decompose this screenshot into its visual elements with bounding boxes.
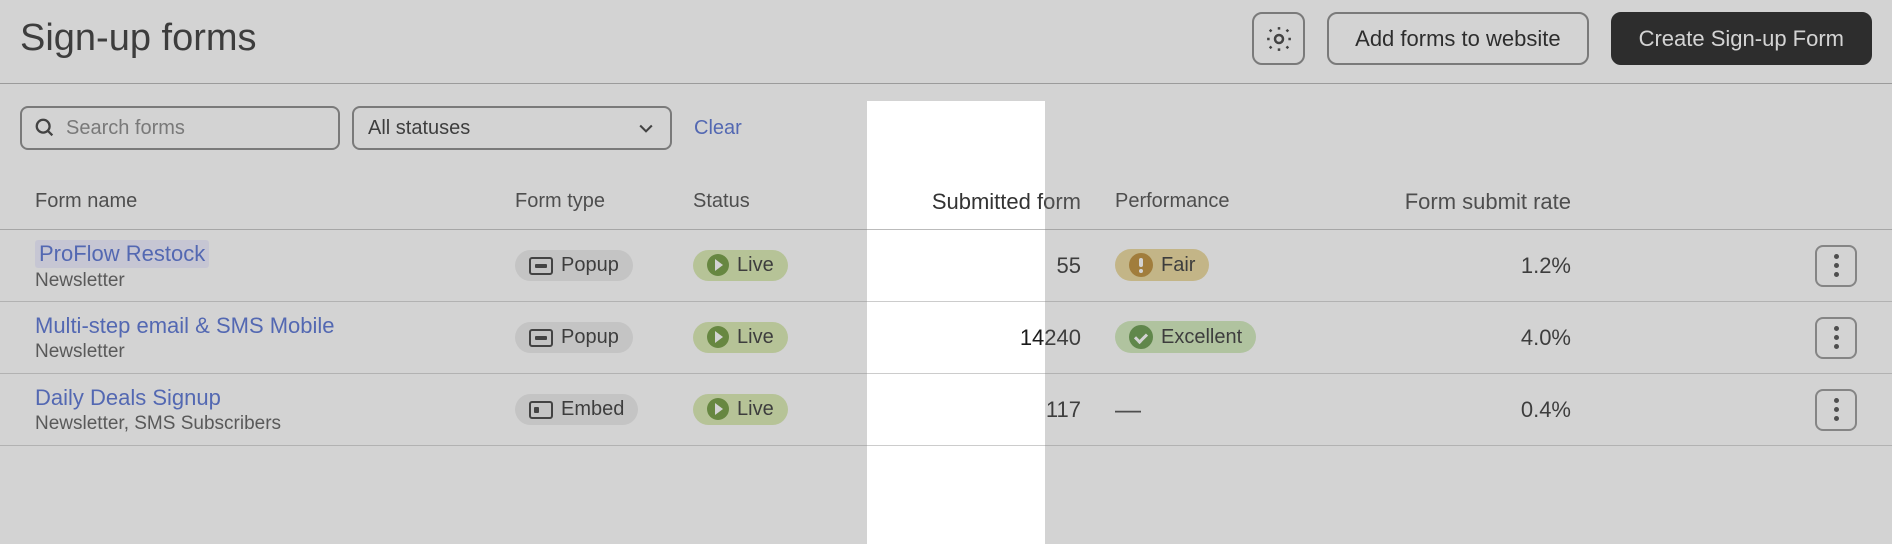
table-row: Multi-step email & SMS MobileNewsletter P…	[0, 302, 1892, 374]
actions-cell	[1601, 245, 1857, 287]
submitted-count: 14240	[903, 325, 1081, 351]
play-icon	[707, 326, 729, 348]
row-actions-button[interactable]	[1815, 317, 1857, 359]
status-cell: Live	[693, 250, 903, 282]
performance-label: Excellent	[1161, 326, 1242, 349]
form-type-label: Popup	[561, 326, 619, 349]
gear-icon	[1264, 24, 1294, 54]
play-icon	[707, 398, 729, 420]
filter-bar: All statuses Clear	[0, 83, 1892, 150]
col-header-type: Form type	[515, 190, 693, 213]
form-name-cell: Multi-step email & SMS MobileNewsletter	[35, 313, 515, 363]
status-cell: Live	[693, 322, 903, 354]
form-subtitle: Newsletter	[35, 341, 515, 363]
performance-empty: —	[1115, 394, 1141, 424]
clear-filters-link[interactable]: Clear	[694, 117, 742, 140]
col-header-rate: Form submit rate	[1341, 189, 1601, 215]
performance-cell: —	[1081, 394, 1341, 425]
performance-cell: Fair	[1081, 249, 1341, 282]
status-chip: Live	[693, 250, 788, 281]
play-icon	[707, 254, 729, 276]
status-filter-value: All statuses	[368, 117, 470, 140]
col-header-status: Status	[693, 190, 903, 213]
form-subtitle: Newsletter	[35, 270, 515, 292]
settings-button[interactable]	[1252, 12, 1305, 65]
kebab-icon	[1834, 326, 1839, 331]
form-type-cell: Embed	[515, 394, 693, 425]
submit-rate: 1.2%	[1341, 253, 1601, 279]
submitted-count: 55	[903, 253, 1081, 279]
create-signup-form-button[interactable]: Create Sign-up Form	[1611, 12, 1872, 65]
status-label: Live	[737, 326, 774, 349]
status-label: Live	[737, 254, 774, 277]
embed-icon	[529, 401, 553, 419]
page-title: Sign-up forms	[20, 17, 1252, 60]
table-row: ProFlow RestockNewsletter Popup Live 55 Fair…	[0, 230, 1892, 302]
forms-table: Form name Form type Status Submitted for…	[0, 174, 1892, 446]
form-type-cell: Popup	[515, 250, 693, 281]
actions-cell	[1601, 389, 1857, 431]
kebab-icon	[1834, 398, 1839, 403]
table-header-row: Form name Form type Status Submitted for…	[0, 174, 1892, 230]
status-filter-select[interactable]: All statuses	[352, 106, 672, 150]
col-header-performance: Performance	[1081, 190, 1341, 213]
search-input-wrap[interactable]	[20, 106, 340, 150]
form-type-cell: Popup	[515, 322, 693, 353]
performance-chip: Fair	[1115, 249, 1209, 281]
search-input[interactable]	[66, 117, 326, 140]
form-name-cell: Daily Deals SignupNewsletter, SMS Subscr…	[35, 385, 515, 435]
table-row: Daily Deals SignupNewsletter, SMS Subscr…	[0, 374, 1892, 446]
add-forms-to-website-button[interactable]: Add forms to website	[1327, 12, 1588, 65]
check-icon	[1129, 325, 1153, 349]
actions-cell	[1601, 317, 1857, 359]
form-type-chip: Embed	[515, 394, 638, 425]
performance-cell: Excellent	[1081, 321, 1341, 354]
popup-icon	[529, 257, 553, 275]
performance-chip: Excellent	[1115, 321, 1256, 353]
chevron-down-icon	[636, 118, 656, 138]
form-type-label: Popup	[561, 254, 619, 277]
submit-rate: 4.0%	[1341, 325, 1601, 351]
kebab-icon	[1834, 254, 1839, 259]
create-form-label: Create Sign-up Form	[1639, 26, 1844, 52]
row-actions-button[interactable]	[1815, 389, 1857, 431]
row-actions-button[interactable]	[1815, 245, 1857, 287]
submitted-count: 117	[903, 397, 1081, 423]
form-type-chip: Popup	[515, 322, 633, 353]
form-type-chip: Popup	[515, 250, 633, 281]
performance-label: Fair	[1161, 254, 1195, 277]
form-subtitle: Newsletter, SMS Subscribers	[35, 413, 515, 435]
col-header-submitted: Submitted form	[903, 189, 1081, 215]
form-name-link[interactable]: Daily Deals Signup	[35, 385, 221, 411]
form-name-cell: ProFlow RestockNewsletter	[35, 240, 515, 292]
popup-icon	[529, 329, 553, 347]
submit-rate: 0.4%	[1341, 397, 1601, 423]
warning-icon	[1129, 253, 1153, 277]
add-forms-label: Add forms to website	[1355, 26, 1560, 52]
search-icon	[34, 117, 56, 139]
status-cell: Live	[693, 394, 903, 426]
form-type-label: Embed	[561, 398, 624, 421]
form-name-link[interactable]: ProFlow Restock	[35, 240, 209, 268]
form-name-link[interactable]: Multi-step email & SMS Mobile	[35, 313, 335, 339]
col-header-name: Form name	[35, 190, 515, 213]
status-label: Live	[737, 398, 774, 421]
page-header: Sign-up forms Add forms to website Creat…	[0, 0, 1892, 83]
status-chip: Live	[693, 322, 788, 353]
status-chip: Live	[693, 394, 788, 425]
